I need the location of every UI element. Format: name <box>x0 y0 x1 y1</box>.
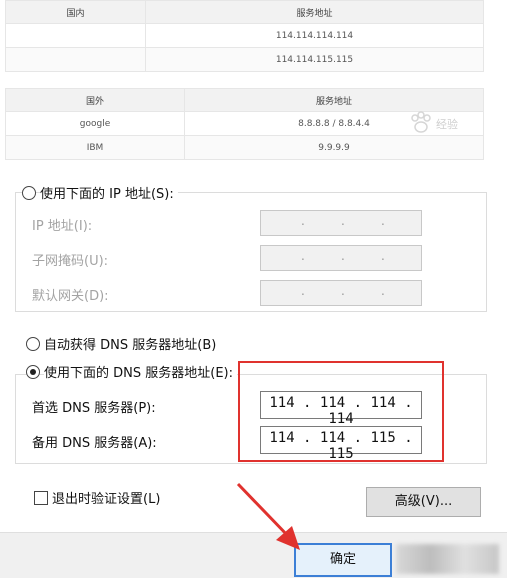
dns-manual-radio-label[interactable]: 使用下面的 DNS 服务器地址(E): <box>44 362 237 381</box>
dns-auto-radio-label[interactable]: 自动获得 DNS 服务器地址(B) <box>44 334 216 353</box>
watermark-text: 经验 <box>436 118 458 131</box>
ok-button[interactable]: 确定 <box>294 543 392 577</box>
ok-button-label: 确定 <box>329 552 356 567</box>
ip-manual-radio[interactable] <box>22 186 36 200</box>
validate-settings-label[interactable]: 退出时验证设置(L) <box>52 488 160 507</box>
paw-icon <box>411 111 431 133</box>
arrow-annotation-icon <box>236 482 300 550</box>
table-cell: 9.9.9.9 <box>184 135 484 160</box>
table-cell <box>5 47 146 72</box>
table-header-cell: 国外 <box>5 88 185 112</box>
table-row: 114.114.115.115 <box>5 47 484 72</box>
watermark-logo: 经验 <box>408 110 478 136</box>
dns-manual-radio[interactable] <box>26 365 40 379</box>
table-cell: google <box>5 111 185 136</box>
ip-manual-radio-label[interactable]: 使用下面的 IP 地址(S): <box>40 183 178 202</box>
subnet-mask-field[interactable]: ... <box>260 245 422 271</box>
advanced-button-label: 高级(V)... <box>394 494 453 509</box>
tcpip-properties-dialog: 使用下面的 IP 地址(S): IP 地址(I): ... 子网掩码(U): .… <box>0 178 507 578</box>
table-row: 114.114.114.114 <box>5 23 484 48</box>
table-cell: 114.114.115.115 <box>145 47 484 72</box>
table-header-cell: 服务地址 <box>184 88 484 112</box>
preferred-dns-label: 首选 DNS 服务器(P): <box>32 401 156 416</box>
ip-address-field[interactable]: ... <box>260 210 422 236</box>
ip-address-label: IP 地址(I): <box>32 219 93 234</box>
default-gateway-label: 默认网关(D): <box>32 289 109 304</box>
subnet-mask-label: 子网掩码(U): <box>32 254 109 269</box>
advanced-button[interactable]: 高级(V)... <box>366 487 481 517</box>
table-header-cell: 服务地址 <box>145 0 484 24</box>
dns-highlight-box <box>238 361 444 462</box>
table-cell: IBM <box>5 135 185 160</box>
domestic-dns-table: 国内 服务地址 114.114.114.114 114.114.115.115 <box>5 0 484 72</box>
table-cell: 114.114.114.114 <box>145 23 484 48</box>
table-cell <box>5 23 146 48</box>
dns-auto-radio[interactable] <box>26 337 40 351</box>
cancel-button-blurred[interactable] <box>396 544 499 574</box>
alternate-dns-label: 备用 DNS 服务器(A): <box>32 436 157 451</box>
table-header-cell: 国内 <box>5 0 146 24</box>
table-header-row: 国内 服务地址 <box>5 0 484 24</box>
table-header-row: 国外 服务地址 <box>5 88 484 112</box>
default-gateway-field[interactable]: ... <box>260 280 422 306</box>
validate-settings-checkbox[interactable] <box>34 491 48 505</box>
table-row: IBM 9.9.9.9 <box>5 135 484 160</box>
